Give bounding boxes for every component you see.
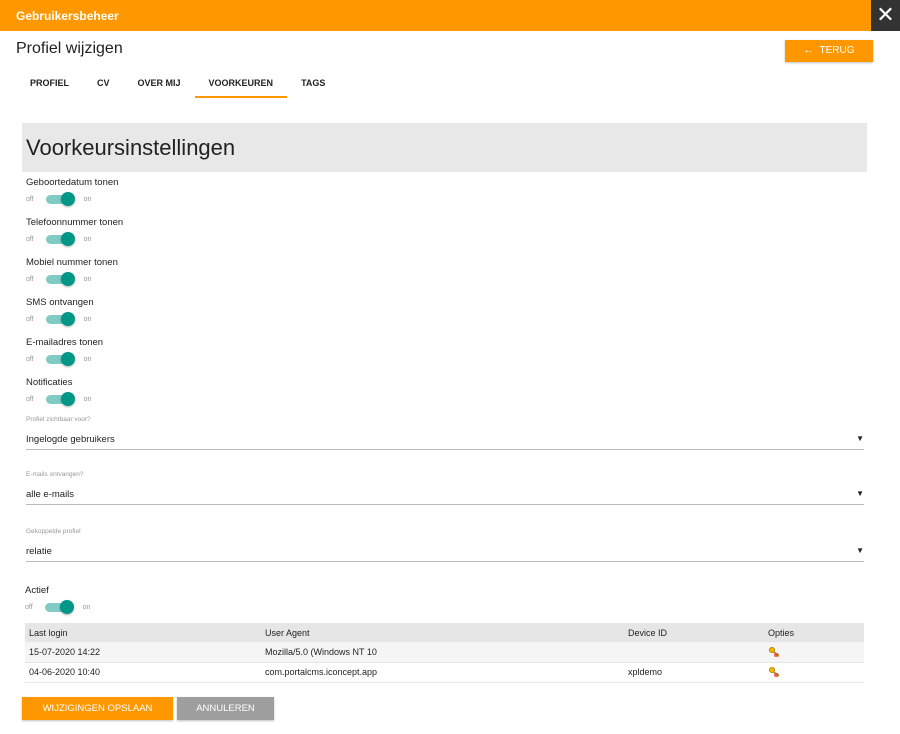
cell-user-agent: com.portalcms.iconcept.app <box>261 662 624 683</box>
select-value: alle e-mails <box>26 489 75 500</box>
key-icon[interactable] <box>768 666 780 678</box>
switch-on-label: on <box>83 315 92 323</box>
save-changes-button[interactable]: WIJZIGINGEN OPSLAAN <box>22 697 173 720</box>
caret-down-icon: ▼ <box>856 434 864 443</box>
column-header-device-id: Device ID <box>624 623 764 642</box>
toggle-knob <box>60 392 75 406</box>
toggle-knob <box>60 352 75 366</box>
caret-down-icon: ▼ <box>856 489 864 498</box>
notifications-toggle[interactable] <box>45 392 76 406</box>
arrow-left-icon: ← <box>803 45 814 56</box>
cell-user-agent: Mozilla/5.0 (Windows NT 10 <box>261 642 624 663</box>
column-header-user-agent: User Agent <box>261 623 624 642</box>
switch-on-label: on <box>82 603 91 611</box>
switch-off-label: off <box>25 603 33 611</box>
linked-profile-field: Gekoppelde profiel relatie ▼ <box>26 528 864 562</box>
select-label: Gekoppelde profiel <box>26 528 81 535</box>
select-label: E-mails ontvangen? <box>26 471 84 478</box>
visibility-field: Profiel zichtbaar voor? Ingelogde gebrui… <box>26 416 864 450</box>
switch-off-label: off <box>26 275 34 283</box>
column-header-options: Opties <box>764 623 864 642</box>
switch-on-label: on <box>83 235 92 243</box>
setting-label: Telefoonnummer tonen <box>26 217 124 228</box>
switch-off-label: off <box>26 395 34 403</box>
cell-device-id: xpldemo <box>624 662 764 683</box>
switch-off-label: off <box>26 235 34 243</box>
setting-label: Notificaties <box>26 377 73 388</box>
back-button-label: TERUG <box>819 45 855 56</box>
sms-toggle[interactable] <box>45 312 76 326</box>
active-toggle[interactable] <box>44 600 75 614</box>
table-row: 04-06-2020 10:40 com.portalcms.iconcept.… <box>25 662 864 683</box>
setting-active: Actief off on <box>25 585 90 614</box>
caret-down-icon: ▼ <box>856 546 864 555</box>
cancel-button[interactable]: ANNULEREN <box>177 697 274 720</box>
column-header-last-login: Last login <box>25 623 261 642</box>
linked-profile-select[interactable]: relatie ▼ <box>26 538 864 562</box>
select-value: relatie <box>26 546 52 557</box>
cell-options <box>764 662 864 683</box>
email-toggle[interactable] <box>45 352 76 366</box>
switch-on-label: on <box>83 395 92 403</box>
select-value: Ingelogde gebruikers <box>26 434 115 445</box>
close-icon: ✕ <box>876 2 895 27</box>
setting-label: Mobiel nummer tonen <box>26 257 118 268</box>
section-header: Voorkeursinstellingen <box>22 123 867 172</box>
back-button[interactable]: ← TERUG <box>785 40 873 62</box>
cell-options <box>764 642 864 663</box>
phone-toggle[interactable] <box>45 232 76 246</box>
setting-birthdate: Geboortedatum tonen off on <box>26 177 118 206</box>
app-title: Gebruikersbeheer <box>16 9 119 23</box>
setting-notifications: Notificaties off on <box>26 377 91 406</box>
cell-last-login: 04-06-2020 10:40 <box>25 662 261 683</box>
switch-off-label: off <box>26 355 34 363</box>
table-header-row: Last login User Agent Device ID Opties <box>25 623 864 642</box>
tab-bar: PROFIEL CV OVER MIJ VOORKEUREN TAGS <box>16 70 339 98</box>
switch-on-label: on <box>83 195 92 203</box>
switch-off-label: off <box>26 315 34 323</box>
close-button[interactable]: ✕ <box>871 0 900 31</box>
emails-select[interactable]: alle e-mails ▼ <box>26 481 864 505</box>
setting-label: E-mailadres tonen <box>26 337 104 348</box>
setting-email: E-mailadres tonen off on <box>26 337 103 366</box>
select-label: Profiel zichtbaar voor? <box>26 416 91 423</box>
tab-over-mij[interactable]: OVER MIJ <box>124 70 195 98</box>
toggle-knob <box>60 312 75 326</box>
tab-tags[interactable]: TAGS <box>287 70 339 98</box>
tab-profiel[interactable]: PROFIEL <box>16 70 83 98</box>
switch-off-label: off <box>26 195 34 203</box>
tab-cv[interactable]: CV <box>83 70 124 98</box>
tab-voorkeuren[interactable]: VOORKEUREN <box>194 70 288 98</box>
mobile-toggle[interactable] <box>45 272 76 286</box>
cell-device-id <box>624 642 764 663</box>
setting-label: SMS ontvangen <box>26 297 94 308</box>
visibility-select[interactable]: Ingelogde gebruikers ▼ <box>26 426 864 450</box>
app-top-bar: Gebruikersbeheer <box>0 0 871 31</box>
page-title: Profiel wijzigen <box>16 40 123 57</box>
birthdate-toggle[interactable] <box>45 192 76 206</box>
cell-last-login: 15-07-2020 14:22 <box>25 642 261 663</box>
setting-mobile: Mobiel nummer tonen off on <box>26 257 118 286</box>
key-icon[interactable] <box>768 646 780 658</box>
toggle-knob <box>60 232 75 246</box>
switch-on-label: on <box>83 355 92 363</box>
emails-field: E-mails ontvangen? alle e-mails ▼ <box>26 471 864 505</box>
switch-on-label: on <box>83 275 92 283</box>
setting-label: Actief <box>25 585 49 596</box>
table-row: 15-07-2020 14:22 Mozilla/5.0 (Windows NT… <box>25 642 864 663</box>
setting-phone: Telefoonnummer tonen off on <box>26 217 123 246</box>
login-table: Last login User Agent Device ID Opties 1… <box>25 623 864 683</box>
toggle-knob <box>60 192 75 206</box>
toggle-knob <box>59 600 74 614</box>
setting-label: Geboortedatum tonen <box>26 177 119 188</box>
toggle-knob <box>60 272 75 286</box>
setting-sms: SMS ontvangen off on <box>26 297 94 326</box>
section-title: Voorkeursinstellingen <box>26 135 236 160</box>
